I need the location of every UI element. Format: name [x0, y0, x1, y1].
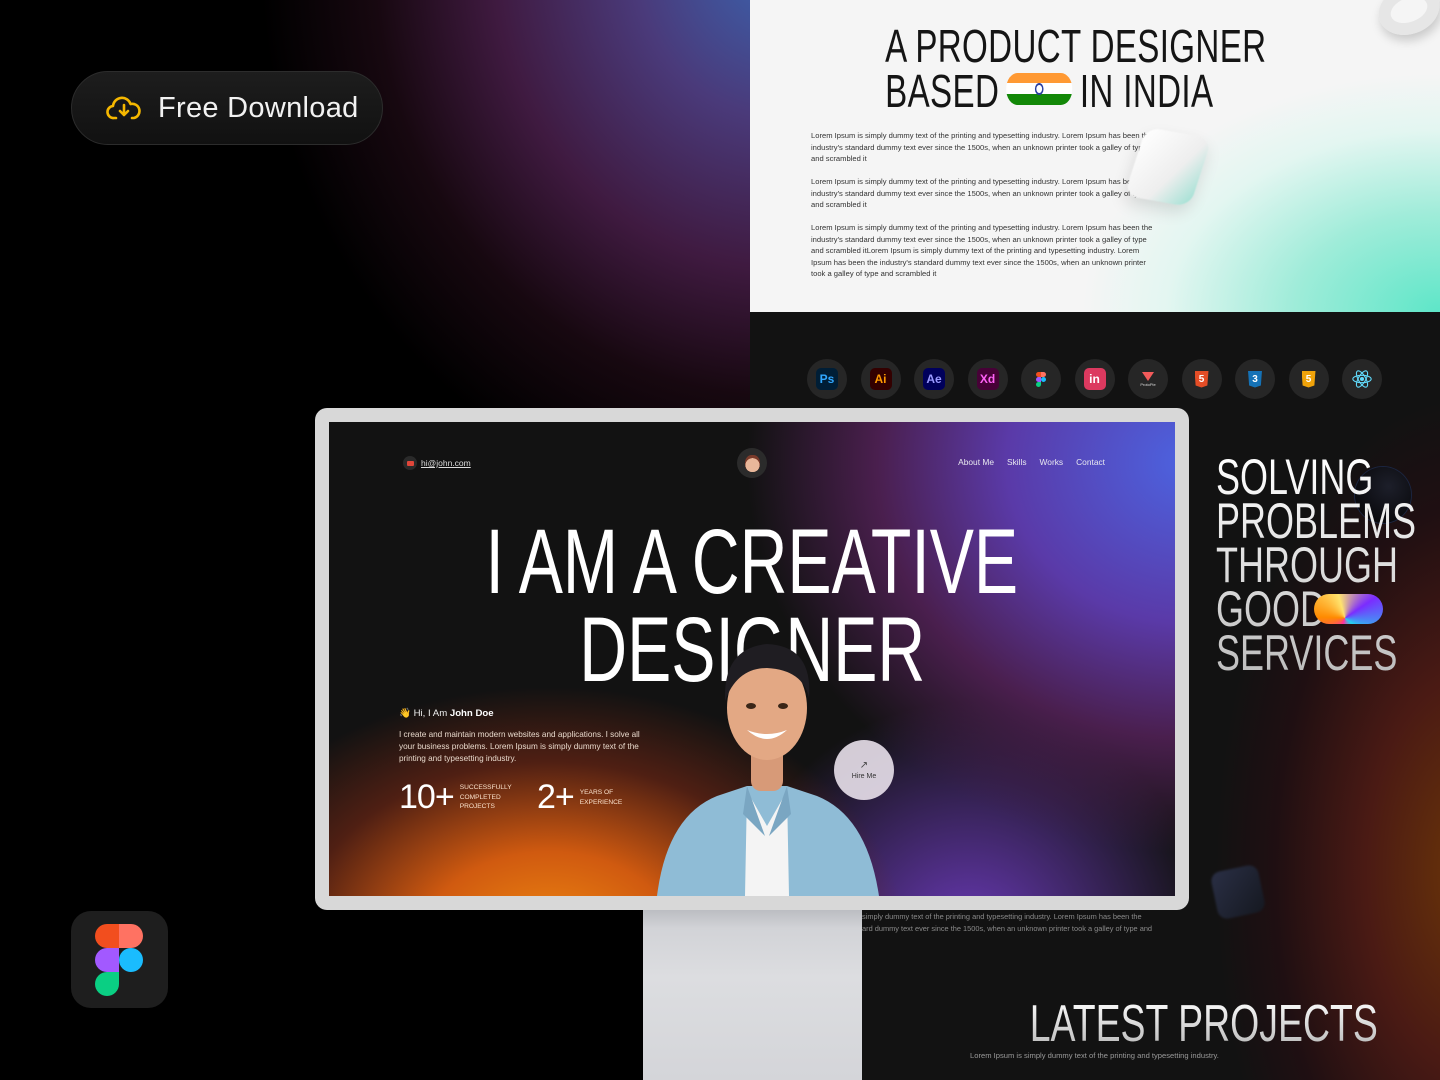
- services-line: SERVICES: [1216, 625, 1398, 681]
- greeting-prefix: 👋 Hi, I Am: [399, 708, 450, 719]
- about-title: A PRODUCT DESIGNER BASED IN INDIA: [885, 20, 1267, 114]
- monitor-stand: [643, 908, 862, 1080]
- services-heading: SOLVING PROBLEMS THROUGH GOOD SERVICES: [1216, 455, 1416, 675]
- figma-icon: [1036, 371, 1046, 387]
- background-gradient: [0, 0, 750, 410]
- avatar-face-icon: [744, 454, 760, 472]
- arrow-up-right-icon: ↗: [859, 759, 869, 771]
- snippet-line: ard dummy text ever since the 1500s, whe…: [862, 924, 1153, 933]
- greeting: 👋 Hi, I Am John Doe: [399, 708, 494, 719]
- site-nav: About Me Skills Works Contact: [958, 457, 1105, 467]
- illustrator-icon: Ai: [869, 368, 892, 390]
- skills-tool-icons: Ps Ai Ae Xd in ProtoPie 5 3 5: [807, 359, 1382, 399]
- stat-label: YEARS OF EXPERIENCE: [580, 788, 623, 807]
- stat-label: SUCCESSFULLY COMPLETED PROJECTS: [460, 783, 512, 812]
- hire-me-button[interactable]: ↗ Hire Me: [834, 740, 894, 800]
- monitor-frame: hi@john.com About Me Skills Works Contac…: [315, 408, 1189, 910]
- css3-icon: 3: [1248, 370, 1262, 388]
- website-hero-screen: hi@john.com About Me Skills Works Contac…: [329, 422, 1175, 896]
- nav-skills[interactable]: Skills: [1007, 457, 1027, 467]
- stat-value: 10+: [399, 778, 455, 816]
- stat-label-line: SUCCESSFULLY: [459, 784, 512, 792]
- tool-icon-css3[interactable]: 3: [1235, 359, 1275, 399]
- after-effects-icon: Ae: [923, 368, 945, 390]
- tool-icon-photoshop[interactable]: Ps: [807, 359, 847, 399]
- torus-3d-decoration: [1371, 0, 1440, 44]
- mail-icon: [403, 456, 417, 470]
- tool-icon-invision[interactable]: in: [1074, 359, 1115, 399]
- cloud-download-icon: [106, 96, 141, 120]
- projects-snippet: simply dummy text of the printing and ty…: [862, 911, 1162, 935]
- react-icon: [1352, 370, 1372, 388]
- free-download-button[interactable]: Free Download: [71, 71, 383, 145]
- tool-icon-figma[interactable]: [1021, 359, 1061, 399]
- abstract-pill-image: [1314, 594, 1383, 624]
- protopie-icon: ProtoPie: [1140, 371, 1156, 387]
- about-title-line1: A PRODUCT DESIGNER: [885, 20, 1267, 72]
- tool-icon-react[interactable]: [1342, 359, 1382, 399]
- hero-title-line1: I AM A CREATIVE: [485, 511, 1019, 613]
- dark-cube-decoration: [1209, 863, 1267, 921]
- stat-value: 2+: [537, 778, 575, 816]
- nav-contact[interactable]: Contact: [1076, 457, 1105, 467]
- nav-about-me[interactable]: About Me: [958, 457, 994, 467]
- stat-experience: 2+ YEARS OF EXPERIENCE: [537, 778, 622, 817]
- html5-icon: 5: [1194, 370, 1209, 388]
- stat-projects: 10+ SUCCESSFULLY COMPLETED PROJECTS: [399, 778, 512, 817]
- tool-icon-xd[interactable]: Xd: [967, 359, 1008, 399]
- intro-text: I create and maintain modern websites an…: [399, 730, 640, 763]
- avatar[interactable]: [737, 448, 767, 478]
- stat-label-line: YEARS OF: [579, 789, 614, 796]
- about-paragraph: Lorem Ipsum is simply dummy text of the …: [811, 223, 1153, 278]
- email-text: hi@john.com: [421, 458, 471, 468]
- hire-me-label: Hire Me: [851, 772, 877, 780]
- about-paragraph: Lorem Ipsum is simply dummy text of the …: [811, 131, 1153, 163]
- invision-icon: in: [1083, 368, 1106, 390]
- email-link[interactable]: hi@john.com: [399, 456, 471, 470]
- about-title-line2: BASED IN INDIA: [885, 68, 1266, 114]
- xd-icon: Xd: [976, 368, 999, 390]
- figma-badge: [71, 911, 168, 1008]
- about-paragraph: Lorem Ipsum is simply dummy text of the …: [811, 177, 1153, 209]
- free-download-label: Free Download: [158, 91, 359, 124]
- tool-icon-javascript[interactable]: 5: [1288, 359, 1329, 399]
- stat-label-line: PROJECTS: [459, 803, 495, 811]
- tool-icon-after-effects[interactable]: Ae: [914, 359, 954, 399]
- stat-label-line: EXPERIENCE: [579, 798, 623, 806]
- tool-icon-html5[interactable]: 5: [1181, 359, 1222, 399]
- snippet-line: simply dummy text of the printing and ty…: [862, 912, 1142, 921]
- about-title-india: IN INDIA: [1079, 65, 1214, 117]
- about-panel: A PRODUCT DESIGNER BASED IN INDIA Lorem I…: [750, 0, 1440, 312]
- latest-projects-subtitle: Lorem Ipsum is simply dummy text of the …: [970, 1051, 1219, 1060]
- india-flag-icon: [1006, 72, 1073, 105]
- javascript-icon: 5: [1301, 370, 1316, 388]
- about-title-based: BASED: [885, 65, 1000, 117]
- figma-logo-icon: [95, 924, 143, 996]
- photoshop-icon: Ps: [816, 368, 838, 390]
- nav-works[interactable]: Works: [1040, 457, 1064, 467]
- tool-icon-illustrator[interactable]: Ai: [860, 359, 901, 399]
- person-name: John Doe: [449, 708, 494, 719]
- latest-projects-title: LATEST PROJECTS: [1029, 995, 1378, 1053]
- tool-icon-protopie[interactable]: ProtoPie: [1128, 359, 1168, 399]
- stat-label-line: COMPLETED: [459, 793, 501, 801]
